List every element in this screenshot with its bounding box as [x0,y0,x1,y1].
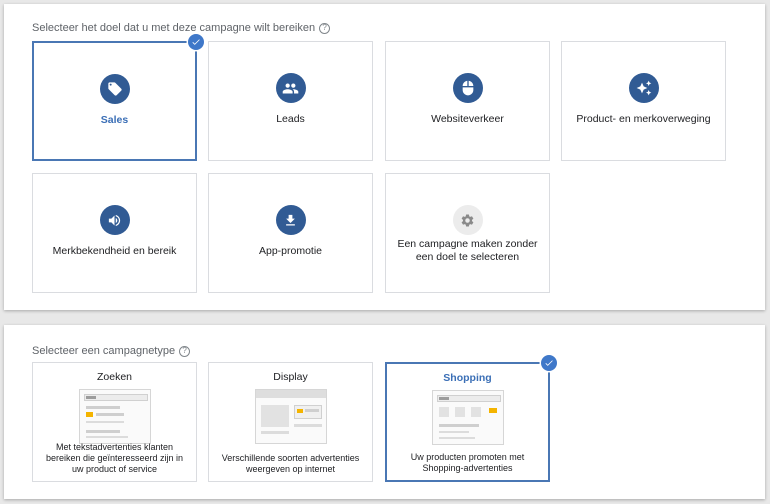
goal-card-leads[interactable]: Leads [208,41,373,161]
goal-card-label: Sales [100,114,129,126]
goal-heading: Selecteer het doel dat u met deze campag… [32,22,331,34]
goal-card-websiteverkeer[interactable]: Websiteverkeer [385,41,550,161]
search-ad-thumbnail-icon [78,389,151,444]
goal-card-label: App-promotie [258,245,323,257]
mouse-icon [452,73,483,103]
selected-check-icon [541,355,557,371]
campaign-type-panel: Selecteer een campagnetype ? Zoeken Met … [4,325,765,499]
goal-heading-text: Selecteer het doel dat u met deze campag… [32,22,316,34]
sparkle-icon [628,73,659,103]
type-heading: Selecteer een campagnetype ? [32,345,191,357]
help-icon[interactable]: ? [319,22,331,34]
gear-icon [452,205,483,235]
type-heading-text: Selecteer een campagnetype [32,345,176,357]
download-icon [275,205,306,235]
type-card-shopping[interactable]: Shopping Uw producten promoten met Shopp… [385,362,550,482]
selected-check-icon [188,34,204,50]
goal-card-merkbekendheid[interactable]: Merkbekendheid en bereik [32,173,197,293]
goal-card-product-merkoverweging[interactable]: Product- en merkoverweging [561,41,726,161]
tag-icon [99,74,130,104]
type-card-zoeken[interactable]: Zoeken Met tekstadvertenties klanten ber… [32,362,197,482]
goal-card-label: Leads [276,113,305,125]
goal-card-label: Een campagne maken zonder een doel te se… [397,238,538,263]
goal-card-app-promotie[interactable]: App-promotie [208,173,373,293]
help-icon[interactable]: ? [179,345,191,357]
type-card-description: Verschillende soorten advertenties weerg… [221,453,360,474]
people-icon [275,73,306,103]
goal-card-label: Websiteverkeer [431,113,504,125]
goal-panel: Selecteer het doel dat u met deze campag… [4,4,765,310]
speaker-icon [99,205,130,235]
type-card-description: Met tekstadvertenties klanten bereiken d… [45,442,184,474]
shopping-ad-thumbnail-icon [431,390,504,445]
goal-card-no-goal[interactable]: Een campagne maken zonder een doel te se… [385,173,550,293]
goal-card-label: Merkbekendheid en bereik [52,245,177,257]
goal-card-sales[interactable]: Sales [32,41,197,161]
type-card-title: Display [273,371,308,383]
goal-card-label: Product- en merkoverweging [576,113,711,125]
type-card-title: Shopping [443,372,492,384]
type-card-description: Uw producten promoten met Shopping-adver… [410,452,525,473]
type-card-display[interactable]: Display Verschillende soorten advertenti… [208,362,373,482]
type-card-title: Zoeken [96,371,133,383]
display-ad-thumbnail-icon [254,389,327,444]
